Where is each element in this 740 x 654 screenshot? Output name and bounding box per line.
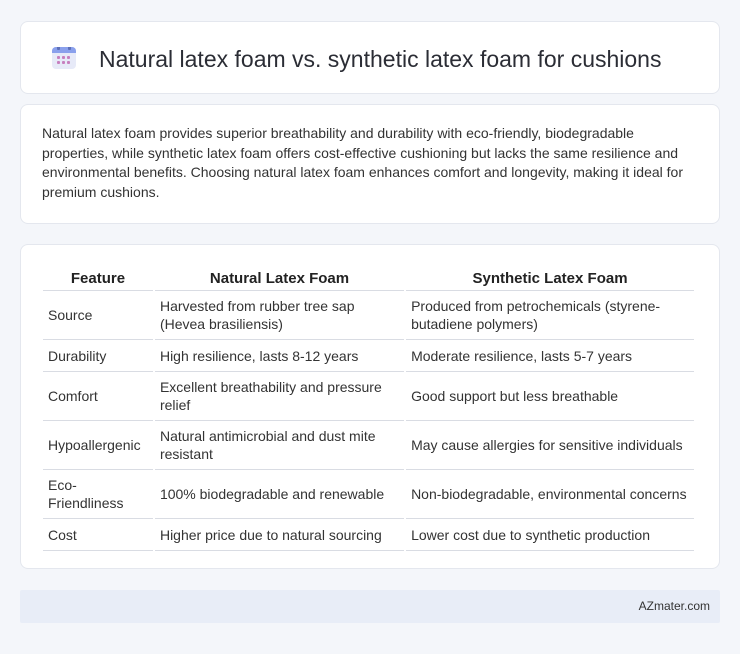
natural-cell: 100% biodegradable and renewable xyxy=(154,470,405,519)
table-row: Comfort Excellent breathability and pres… xyxy=(43,372,694,421)
calendar-icon xyxy=(52,47,76,69)
synthetic-cell: Non-biodegradable, environmental concern… xyxy=(406,470,694,519)
natural-cell: Higher price due to natural sourcing xyxy=(154,519,405,551)
column-header-feature: Feature xyxy=(43,267,153,291)
synthetic-cell: May cause allergies for sensitive indivi… xyxy=(406,421,694,470)
natural-cell: High resilience, lasts 8-12 years xyxy=(154,340,405,372)
natural-cell: Excellent breathability and pressure rel… xyxy=(154,372,405,421)
feature-cell: Cost xyxy=(43,519,153,551)
table-row: Cost Higher price due to natural sourcin… xyxy=(43,519,694,551)
feature-cell: Hypoallergenic xyxy=(43,421,153,470)
footer-site-link[interactable]: AZmater.com xyxy=(639,599,710,613)
synthetic-cell: Good support but less breathable xyxy=(406,372,694,421)
synthetic-cell: Moderate resilience, lasts 5-7 years xyxy=(406,340,694,372)
table-row: Hypoallergenic Natural antimicrobial and… xyxy=(43,421,694,470)
feature-cell: Eco-Friendliness xyxy=(43,470,153,519)
table-row: Eco-Friendliness 100% biodegradable and … xyxy=(43,470,694,519)
comparison-table: Feature Natural Latex Foam Synthetic Lat… xyxy=(41,267,696,551)
table-row: Source Harvested from rubber tree sap (H… xyxy=(43,291,694,340)
feature-cell: Comfort xyxy=(43,372,153,421)
synthetic-cell: Produced from petrochemicals (styrene-bu… xyxy=(406,291,694,340)
synthetic-cell: Lower cost due to synthetic production xyxy=(406,519,694,551)
feature-cell: Durability xyxy=(43,340,153,372)
comparison-table-card: Feature Natural Latex Foam Synthetic Lat… xyxy=(20,244,720,569)
summary-text: Natural latex foam provides superior bre… xyxy=(42,125,683,200)
summary-card: Natural latex foam provides superior bre… xyxy=(20,104,720,224)
column-header-natural: Natural Latex Foam xyxy=(154,267,405,291)
header-card: Natural latex foam vs. synthetic latex f… xyxy=(20,21,720,94)
natural-cell: Harvested from rubber tree sap (Hevea br… xyxy=(154,291,405,340)
table-header-row: Feature Natural Latex Foam Synthetic Lat… xyxy=(43,267,694,291)
footer-bar: AZmater.com xyxy=(20,590,720,623)
column-header-synthetic: Synthetic Latex Foam xyxy=(406,267,694,291)
page-title: Natural latex foam vs. synthetic latex f… xyxy=(99,46,662,72)
feature-cell: Source xyxy=(43,291,153,340)
natural-cell: Natural antimicrobial and dust mite resi… xyxy=(154,421,405,470)
table-row: Durability High resilience, lasts 8-12 y… xyxy=(43,340,694,372)
